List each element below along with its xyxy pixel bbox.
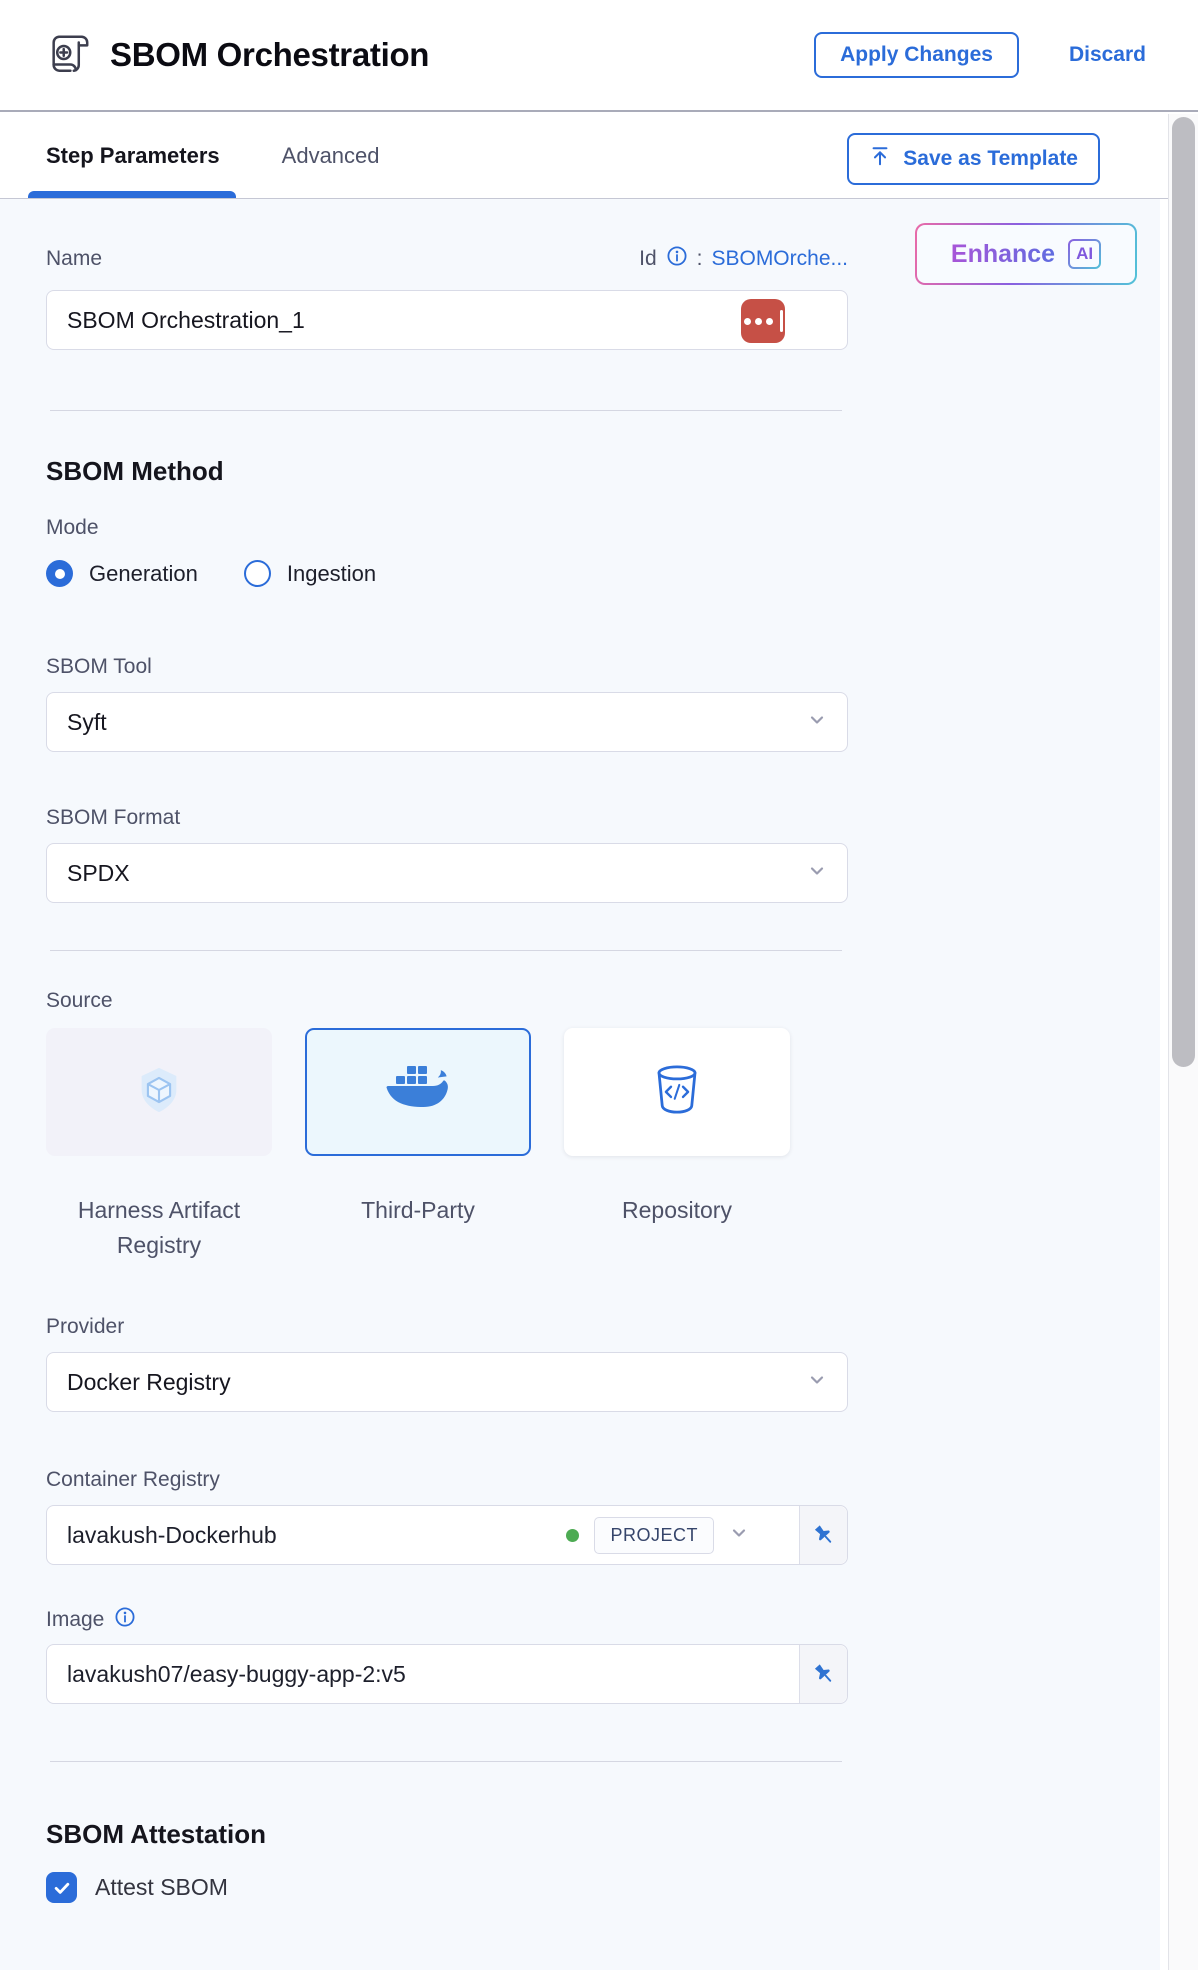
ai-badge: AI — [1068, 239, 1101, 269]
tab-step-parameters[interactable]: Step Parameters — [46, 114, 220, 198]
provider-select[interactable]: Docker Registry — [46, 1352, 848, 1412]
source-card-labels: Harness Artifact Registry Third-Party Re… — [46, 1193, 1160, 1262]
text-expander-icon[interactable] — [741, 299, 785, 343]
scroll-plus-icon — [46, 30, 92, 81]
pin-icon[interactable] — [799, 1506, 847, 1564]
name-label: Name — [46, 247, 102, 271]
page-title: SBOM Orchestration — [110, 36, 429, 74]
tab-advanced[interactable]: Advanced — [282, 114, 380, 198]
radio-selected-icon — [46, 560, 73, 587]
sbom-format-value: SPDX — [67, 860, 130, 887]
sbom-format-label: SBOM Format — [46, 806, 1160, 830]
source-card-label-har: Harness Artifact Registry — [46, 1193, 272, 1262]
step-parameters-panel: Enhance AI Name Id : SBOMOrche... SBOM O… — [0, 199, 1160, 1970]
mode-radio-group: Generation Ingestion — [46, 560, 1160, 587]
mode-label: Mode — [46, 516, 1160, 540]
id-separator: : — [697, 247, 703, 271]
radio-generation-label: Generation — [89, 561, 198, 587]
upload-icon — [869, 145, 891, 173]
source-card-label-repository: Repository — [564, 1193, 790, 1262]
source-card-harness-artifact-registry[interactable] — [46, 1028, 272, 1156]
enhance-ai-button[interactable]: Enhance AI — [915, 223, 1137, 285]
container-registry-label: Container Registry — [46, 1468, 1160, 1492]
info-icon[interactable] — [114, 1606, 136, 1633]
radio-ingestion[interactable]: Ingestion — [244, 560, 376, 587]
sbom-format-select[interactable]: SPDX — [46, 843, 848, 903]
scrollbar-track[interactable] — [1168, 114, 1198, 1970]
name-input[interactable]: SBOM Orchestration_1 — [46, 290, 848, 350]
container-registry-value: lavakush-Dockerhub — [67, 1522, 277, 1549]
image-label-row: Image — [46, 1606, 1160, 1633]
sbom-method-heading: SBOM Method — [46, 456, 1160, 487]
step-config-header: SBOM Orchestration Apply Changes Discard — [0, 0, 1198, 112]
image-value: lavakush07/easy-buggy-app-2:v5 — [67, 1661, 406, 1688]
source-cards — [46, 1028, 1160, 1156]
scope-badge: PROJECT — [594, 1517, 714, 1554]
pin-icon[interactable] — [799, 1645, 847, 1703]
name-input-value: SBOM Orchestration_1 — [67, 307, 305, 334]
step-id-row: Id : SBOMOrche... — [639, 245, 848, 273]
attest-sbom-label: Attest SBOM — [95, 1874, 228, 1901]
checkbox-checked-icon[interactable] — [46, 1872, 77, 1903]
source-card-third-party[interactable] — [305, 1028, 531, 1156]
image-input[interactable]: lavakush07/easy-buggy-app-2:v5 — [46, 1644, 848, 1704]
container-registry-field[interactable]: lavakush-Dockerhub PROJECT — [46, 1505, 848, 1565]
registry-scope-cluster: PROJECT — [566, 1517, 749, 1554]
radio-generation[interactable]: Generation — [46, 560, 198, 587]
chevron-down-icon[interactable] — [729, 1522, 749, 1549]
chevron-down-icon — [807, 860, 827, 887]
chevron-down-icon — [807, 709, 827, 736]
divider — [50, 950, 842, 951]
chevron-down-icon — [807, 1369, 827, 1396]
divider — [50, 410, 842, 411]
source-card-label-third-party: Third-Party — [305, 1193, 531, 1262]
source-label: Source — [46, 989, 1160, 1013]
docker-icon — [382, 1063, 454, 1122]
discard-button[interactable]: Discard — [1063, 42, 1152, 68]
radio-ingestion-label: Ingestion — [287, 561, 376, 587]
save-as-template-button[interactable]: Save as Template — [847, 133, 1100, 185]
sbom-tool-label: SBOM Tool — [46, 655, 1160, 679]
title-wrap: SBOM Orchestration — [46, 30, 814, 81]
id-label: Id — [639, 247, 657, 271]
save-as-template-label: Save as Template — [903, 147, 1078, 171]
sbom-attestation-heading: SBOM Attestation — [46, 1819, 1160, 1850]
step-id-value[interactable]: SBOMOrche... — [711, 247, 848, 271]
provider-value: Docker Registry — [67, 1369, 231, 1396]
attest-sbom-checkbox-row[interactable]: Attest SBOM — [46, 1872, 1160, 1903]
tabs-row: Step Parameters Advanced Save as Templat… — [0, 114, 1168, 199]
cube-icon — [132, 1063, 186, 1122]
info-icon[interactable] — [666, 245, 688, 273]
divider — [50, 1761, 842, 1762]
sbom-tool-value: Syft — [67, 709, 107, 736]
provider-label: Provider — [46, 1315, 1160, 1339]
enhance-label: Enhance — [951, 240, 1055, 269]
image-label: Image — [46, 1608, 104, 1632]
scrollbar-thumb[interactable] — [1172, 117, 1195, 1067]
apply-changes-button[interactable]: Apply Changes — [814, 32, 1019, 78]
source-card-repository[interactable] — [564, 1028, 790, 1156]
repository-icon — [653, 1063, 701, 1122]
sbom-tool-select[interactable]: Syft — [46, 692, 848, 752]
name-label-row: Name Id : SBOMOrche... — [46, 244, 848, 274]
connector-status-dot — [566, 1529, 579, 1542]
radio-unselected-icon — [244, 560, 271, 587]
